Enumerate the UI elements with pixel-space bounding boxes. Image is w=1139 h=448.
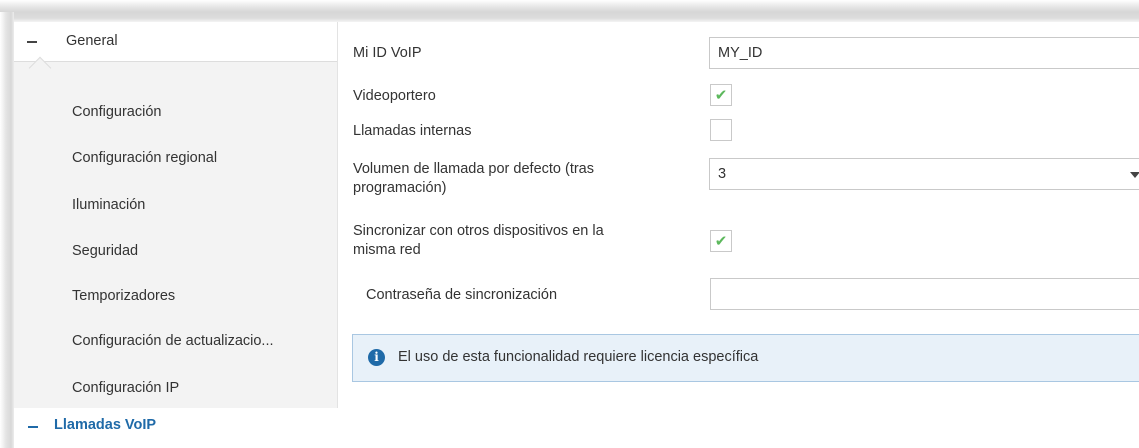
volumen-select[interactable]: 3 (709, 158, 1139, 190)
sidebar-group-general[interactable]: General (14, 22, 337, 62)
sidebar-item-iluminacion[interactable]: Iluminación (72, 197, 145, 213)
sidebar-group-llamadas-voip[interactable]: Llamadas VoIP (14, 408, 338, 448)
window-shadow-left (0, 12, 14, 448)
volumen-label-line1: Volumen de llamada por defecto (tras (353, 161, 594, 177)
window-shadow-top (0, 0, 1139, 22)
checkmark-icon: ✔ (714, 231, 728, 250)
sidebar-item-configuracion-ip[interactable]: Configuración IP (72, 380, 179, 396)
settings-panel: Mi ID VoIP Videoportero ✔ Llamadas inter… (339, 22, 1139, 448)
sincronizar-label-line2: misma red (353, 242, 421, 258)
license-info-banner: i El uso de esta funcionalidad requiere … (352, 334, 1139, 382)
videoportero-label: Videoportero (353, 88, 436, 104)
license-info-text: El uso de esta funcionalidad requiere li… (398, 349, 759, 365)
sidebar-item-configuracion-actualizacion[interactable]: Configuración de actualizacio... (72, 333, 274, 349)
sidebar-item-configuracion-regional[interactable]: Configuración regional (72, 150, 217, 166)
chevron-down-icon (1130, 172, 1139, 178)
collapse-minus-icon[interactable] (27, 41, 37, 43)
checkmark-icon: ✔ (714, 85, 728, 104)
collapse-minus-icon[interactable] (28, 426, 38, 428)
sidebar-group-label-active: Llamadas VoIP (54, 417, 157, 433)
sidebar-item-temporizadores[interactable]: Temporizadores (72, 288, 175, 304)
voip-id-input[interactable] (709, 37, 1139, 69)
videoportero-checkbox[interactable]: ✔ (710, 84, 732, 106)
sidebar-group-label: General (66, 33, 118, 49)
contrasena-label: Contraseña de sincronización (366, 287, 558, 303)
llamadas-internas-label: Llamadas internas (353, 123, 472, 139)
volumen-select-value: 3 (718, 166, 727, 182)
llamadas-internas-checkbox[interactable] (710, 119, 732, 141)
contrasena-input[interactable] (710, 278, 1139, 310)
sidebar: General Configuración Configuración regi… (14, 22, 338, 448)
info-icon: i (368, 349, 385, 366)
voip-id-label: Mi ID VoIP (353, 45, 422, 61)
sincronizar-label-line1: Sincronizar con otros dispositivos en la (353, 223, 604, 239)
sincronizar-checkbox[interactable]: ✔ (710, 230, 732, 252)
volumen-label-line2: programación) (353, 180, 447, 196)
sidebar-item-configuracion[interactable]: Configuración (72, 104, 161, 120)
sidebar-item-seguridad[interactable]: Seguridad (72, 243, 138, 259)
